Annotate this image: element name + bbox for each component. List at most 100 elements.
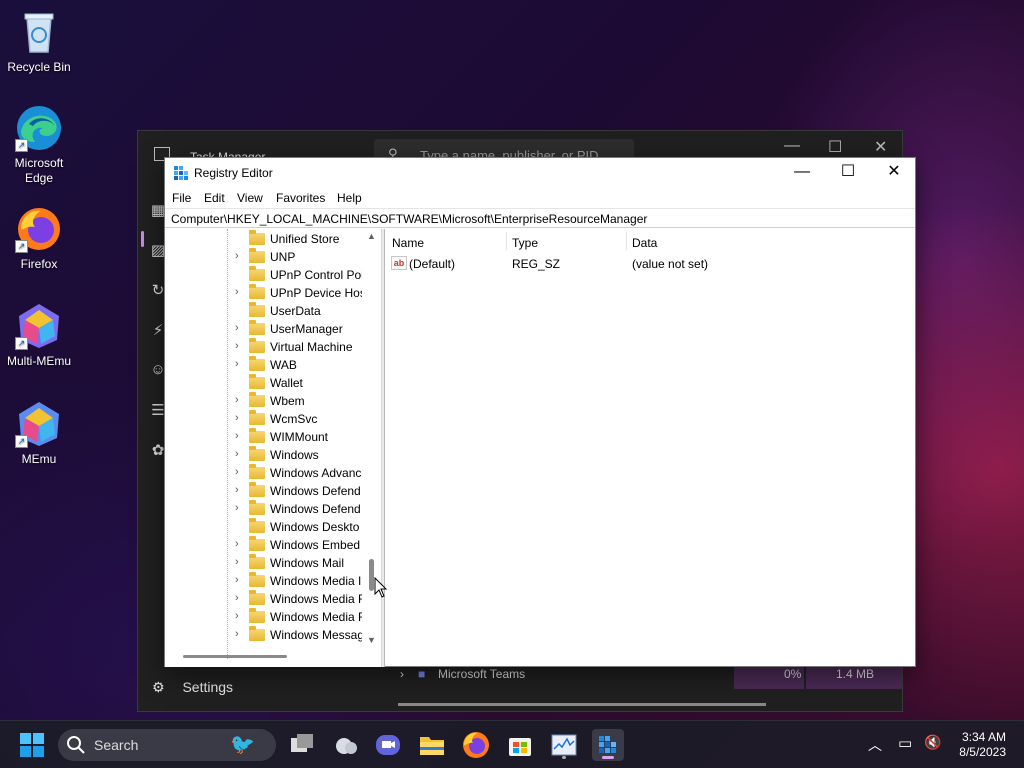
tree-node-label: Windows Messag <box>270 628 362 642</box>
expand-chevron-icon[interactable]: › <box>235 484 239 496</box>
key-tree[interactable]: Unified Store › UNP UPnP Control Poi › UPnP D… <box>165 229 381 667</box>
desktop-icon-recycle-bin[interactable]: Recycle Bin <box>1 8 77 75</box>
tree-node[interactable]: › Windows Messag <box>165 626 365 644</box>
expand-chevron-icon[interactable]: › <box>235 394 239 406</box>
taskbar-search-box[interactable]: Search 🐦 <box>58 729 276 761</box>
minimize-button[interactable]: — <box>779 158 825 188</box>
desktop-icon-label: Microsoft Edge <box>14 156 64 185</box>
folder-icon <box>249 230 265 245</box>
values-list[interactable]: Name Type Data ab (Default) REG_SZ (valu… <box>385 229 915 666</box>
expand-chevron-icon[interactable]: › <box>235 322 239 334</box>
expand-chevron-icon[interactable]: › <box>235 466 239 478</box>
tree-node[interactable]: › WcmSvc <box>165 410 365 428</box>
title-bar[interactable]: Registry Editor — ☐ ✕ <box>165 158 915 188</box>
registry-editor-window[interactable]: Registry Editor — ☐ ✕ File Edit View Fav… <box>164 157 916 667</box>
folder-icon <box>249 338 265 353</box>
start-button[interactable] <box>16 729 48 761</box>
tree-node[interactable]: › Virtual Machine <box>165 338 365 356</box>
value-row[interactable]: ab (Default) REG_SZ (value not set) <box>385 255 915 273</box>
system-clock[interactable]: 3:34 AM 8/5/2023 <box>959 730 1006 760</box>
tree-horizontal-scrollbar[interactable] <box>183 655 287 658</box>
firefox-taskbar-button[interactable] <box>460 729 492 761</box>
expand-chevron-icon[interactable]: › <box>400 667 404 681</box>
menu-file[interactable]: File <box>172 191 191 205</box>
folder-icon <box>249 266 265 281</box>
menu-view[interactable]: View <box>237 191 263 205</box>
search-highlight-bird-icon: 🐦 <box>230 734 255 756</box>
column-header-name[interactable]: Name <box>392 236 424 250</box>
expand-chevron-icon[interactable]: › <box>235 340 239 352</box>
maximize-button[interactable]: ☐ <box>825 158 871 188</box>
tree-node[interactable]: › Windows Media F <box>165 590 365 608</box>
tree-node[interactable]: UPnP Control Poi <box>165 266 365 284</box>
expand-chevron-icon[interactable]: › <box>235 556 239 568</box>
tree-node[interactable]: Wallet <box>165 374 365 392</box>
desktop-icon-memu[interactable]: ↗ MEmu <box>1 400 77 467</box>
registry-editor-taskbar-button[interactable] <box>592 729 624 761</box>
show-hidden-icons-chevron-icon[interactable]: ︿ <box>868 735 882 755</box>
tree-node[interactable]: › UserManager <box>165 320 365 338</box>
teams-chat-button[interactable] <box>372 729 404 761</box>
horizontal-scrollbar[interactable] <box>398 703 766 706</box>
expand-chevron-icon[interactable]: › <box>235 412 239 424</box>
desktop-icon-edge[interactable]: ↗ Microsoft Edge <box>1 104 77 186</box>
desktop-icon-label: MEmu <box>21 452 57 466</box>
tree-node[interactable]: › Windows Defend <box>165 482 365 500</box>
expand-chevron-icon[interactable]: › <box>235 574 239 586</box>
tree-node[interactable]: › Windows Advanc <box>165 464 365 482</box>
tree-node[interactable]: › WAB <box>165 356 365 374</box>
column-header-data[interactable]: Data <box>632 236 657 250</box>
tree-node[interactable]: › UNP <box>165 248 365 266</box>
tree-node[interactable]: › Windows Defend <box>165 500 365 518</box>
scroll-up-arrow-icon[interactable]: ▲ <box>367 231 376 241</box>
settings-button[interactable]: ⚙ Settings <box>152 679 233 696</box>
shortcut-arrow-icon: ↗ <box>15 240 28 253</box>
tree-node[interactable]: Windows Deskto <box>165 518 365 536</box>
close-button[interactable]: ✕ <box>874 137 887 157</box>
minimize-button[interactable]: — <box>784 137 800 155</box>
volume-muted-icon[interactable]: 🔇 <box>924 734 941 751</box>
tree-node[interactable]: Unified Store <box>165 230 365 248</box>
tree-node[interactable]: › Windows Embed <box>165 536 365 554</box>
expand-chevron-icon[interactable]: › <box>235 610 239 622</box>
tree-node[interactable]: › Wbem <box>165 392 365 410</box>
expand-chevron-icon[interactable]: › <box>235 592 239 604</box>
tree-node[interactable]: › Windows <box>165 446 365 464</box>
microsoft-store-button[interactable] <box>504 729 536 761</box>
menu-bar: File Edit View Favorites Help <box>165 188 915 208</box>
expand-chevron-icon[interactable]: › <box>235 502 239 514</box>
expand-chevron-icon[interactable]: › <box>235 628 239 640</box>
desktop-icon-firefox[interactable]: ↗ Firefox <box>1 205 77 272</box>
tree-node[interactable]: › WIMMount <box>165 428 365 446</box>
column-header-type[interactable]: Type <box>512 236 538 250</box>
task-view-button[interactable] <box>286 729 318 761</box>
file-explorer-button[interactable] <box>416 729 448 761</box>
tree-node[interactable]: › Windows Media I <box>165 572 365 590</box>
tree-node[interactable]: › Windows Media F <box>165 608 365 626</box>
menu-favorites[interactable]: Favorites <box>276 191 325 205</box>
expand-chevron-icon[interactable]: › <box>235 430 239 442</box>
expand-chevron-icon[interactable]: › <box>235 538 239 550</box>
column-separator[interactable] <box>626 232 627 250</box>
tree-node[interactable]: › UPnP Device Hos <box>165 284 365 302</box>
task-manager-taskbar-button[interactable] <box>548 729 580 761</box>
folder-icon <box>249 482 265 497</box>
column-separator[interactable] <box>506 232 507 250</box>
address-bar[interactable]: Computer\HKEY_LOCAL_MACHINE\SOFTWARE\Mic… <box>165 208 915 228</box>
folder-icon <box>249 536 265 551</box>
menu-help[interactable]: Help <box>337 191 362 205</box>
network-icon[interactable]: ▭ <box>898 734 912 752</box>
widgets-button[interactable] <box>330 729 362 761</box>
expand-chevron-icon[interactable]: › <box>235 286 239 298</box>
tree-node[interactable]: UserData <box>165 302 365 320</box>
maximize-button[interactable]: ☐ <box>828 137 842 157</box>
menu-edit[interactable]: Edit <box>204 191 225 205</box>
expand-chevron-icon[interactable]: › <box>235 250 239 262</box>
close-button[interactable]: ✕ <box>871 158 917 188</box>
desktop-icon-multi-memu[interactable]: ↗ Multi-MEmu <box>1 302 77 369</box>
expand-chevron-icon[interactable]: › <box>235 448 239 460</box>
scroll-down-arrow-icon[interactable]: ▼ <box>367 635 376 645</box>
folder-icon <box>249 392 265 407</box>
tree-node[interactable]: › Windows Mail <box>165 554 365 572</box>
expand-chevron-icon[interactable]: › <box>235 358 239 370</box>
